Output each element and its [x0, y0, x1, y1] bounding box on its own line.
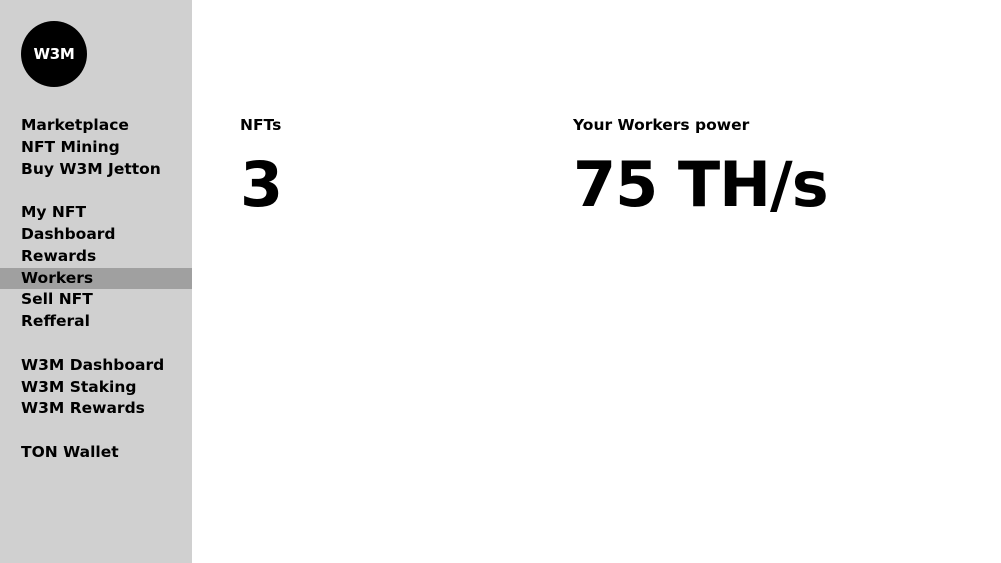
sidebar-item-buy-w3m-jetton[interactable]: Buy W3M Jetton — [0, 159, 192, 181]
w3m-logo[interactable]: W3M — [21, 21, 87, 87]
sidebar-item-ton-wallet[interactable]: TON Wallet — [0, 442, 192, 464]
nfts-label: NFTs — [240, 116, 282, 134]
sidebar-nav: Marketplace NFT Mining Buy W3M Jetton My… — [0, 115, 192, 486]
sidebar-item-w3m-dashboard[interactable]: W3M Dashboard — [0, 355, 192, 377]
sidebar-item-dashboard[interactable]: Dashboard — [0, 224, 192, 246]
sidebar-item-w3m-rewards[interactable]: W3M Rewards — [0, 398, 192, 420]
sidebar-item-marketplace[interactable]: Marketplace — [0, 115, 192, 137]
sidebar-item-nft-mining[interactable]: NFT Mining — [0, 137, 192, 159]
workers-power-stat: Your Workers power 75 TH/s — [573, 114, 829, 221]
workers-power-label: Your Workers power — [573, 116, 750, 134]
nav-group-market: Marketplace NFT Mining Buy W3M Jetton — [0, 115, 192, 180]
nav-group-wallet: TON Wallet — [0, 442, 192, 464]
nav-group-my-nft: My NFT Dashboard Rewards Workers Sell NF… — [0, 202, 192, 333]
sidebar-item-sell-nft[interactable]: Sell NFT — [0, 289, 192, 311]
nfts-stat: NFTs 3 — [240, 114, 283, 221]
sidebar-item-refferal[interactable]: Refferal — [0, 311, 192, 333]
sidebar-item-rewards[interactable]: Rewards — [0, 246, 192, 268]
nfts-count: 3 — [240, 148, 283, 221]
sidebar: W3M Marketplace NFT Mining Buy W3M Jetto… — [0, 0, 192, 563]
sidebar-item-w3m-staking[interactable]: W3M Staking — [0, 377, 192, 399]
sidebar-item-my-nft[interactable]: My NFT — [0, 202, 192, 224]
workers-power-value: 75 TH/s — [573, 148, 829, 221]
sidebar-item-workers[interactable]: Workers — [0, 267, 192, 290]
nav-group-w3m: W3M Dashboard W3M Staking W3M Rewards — [0, 355, 192, 420]
app-root: W3M Marketplace NFT Mining Buy W3M Jetto… — [0, 0, 1001, 563]
